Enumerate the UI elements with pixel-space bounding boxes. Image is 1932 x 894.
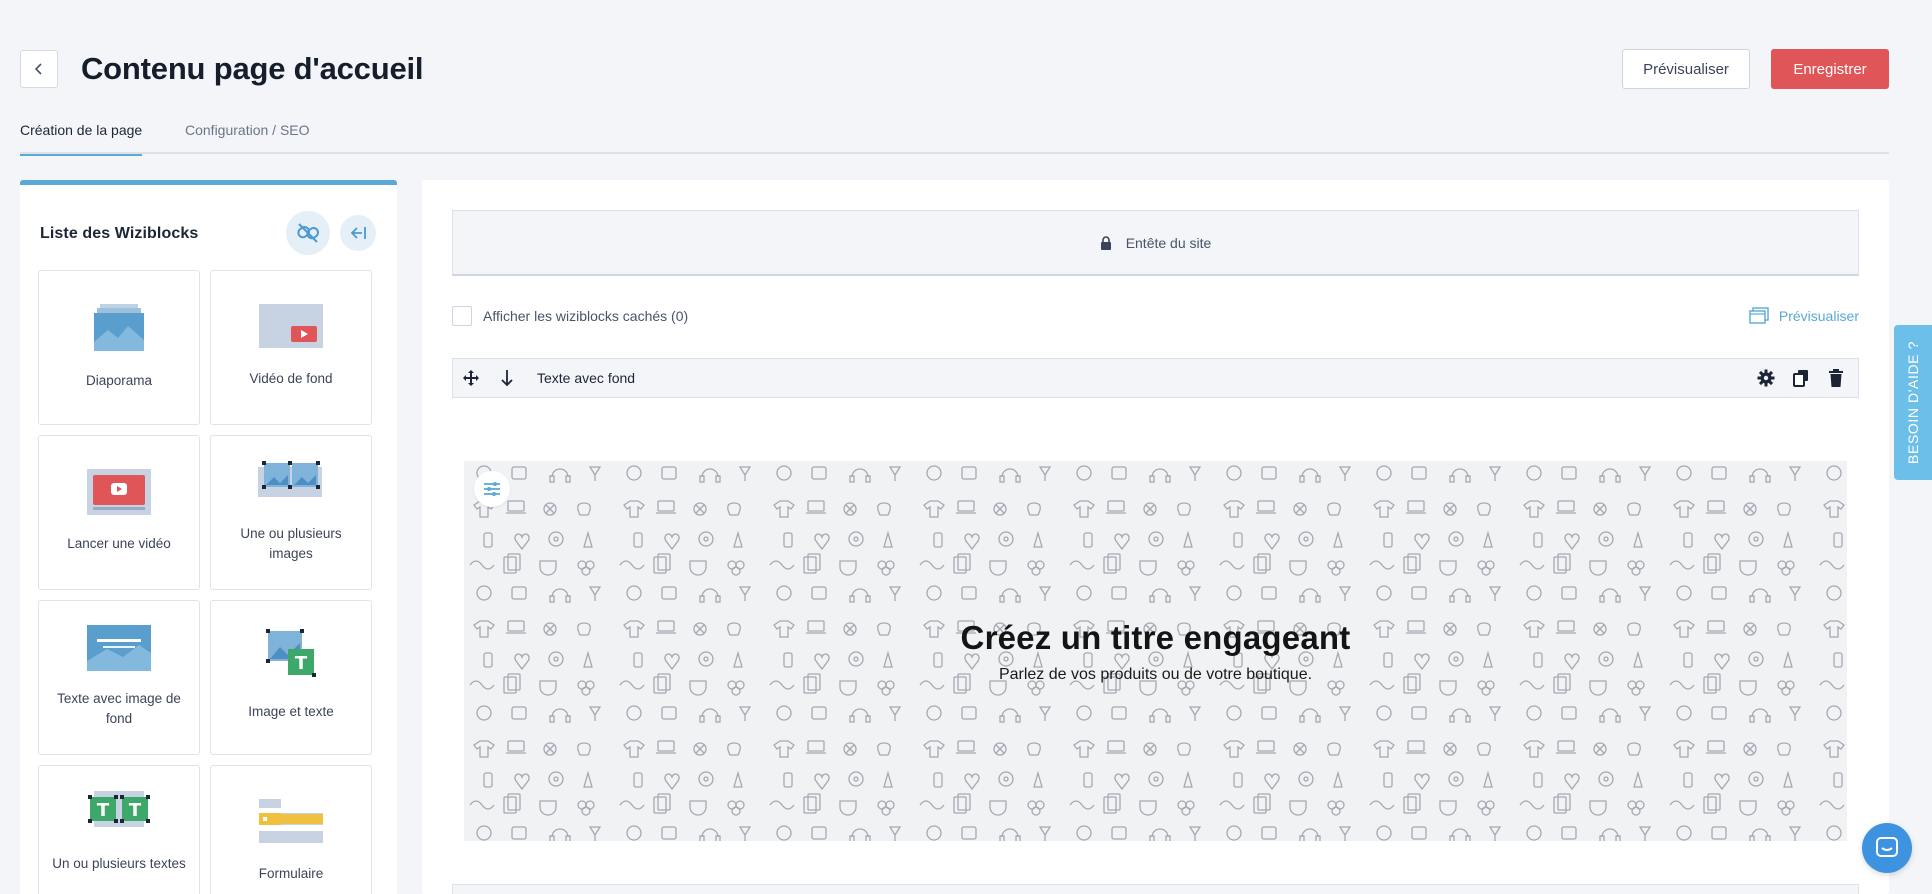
show-hidden-label: Afficher les wiziblocks cachés (0) (483, 308, 689, 324)
page-title: Contenu page d'accueil (81, 51, 424, 86)
block-background-video[interactable]: Vidéo de fond (210, 270, 372, 425)
site-header-block[interactable]: Entête du site (452, 210, 1859, 276)
form-icon (259, 799, 323, 843)
block-label: Une ou plusieurs images (240, 526, 342, 561)
tab-page-creation[interactable]: Création de la page (20, 122, 143, 156)
back-button[interactable] (20, 50, 58, 88)
trash-icon[interactable] (1826, 368, 1846, 388)
gear-icon[interactable] (1756, 368, 1776, 388)
texts-icon: T T (88, 791, 150, 827)
svg-text:T: T (129, 800, 142, 821)
save-button[interactable]: Enregistrer (1771, 49, 1889, 89)
site-header-label: Entête du site (1125, 234, 1212, 251)
hero-text-background-block[interactable]: Créez un titre engageant Parlez de vos p… (464, 461, 1847, 841)
preview-button[interactable]: Prévisualiser (1622, 49, 1750, 89)
duplicate-icon[interactable] (1791, 368, 1811, 388)
wiziblocks-sidebar: Liste des Wiziblocks Diaporama Vidéo de … (20, 180, 397, 894)
block-texts[interactable]: T T Un ou plusieurs textes (38, 765, 200, 894)
slideshow-icon (94, 304, 144, 351)
hero-title[interactable]: Créez un titre engageant (464, 619, 1847, 657)
block-form[interactable]: Formulaire (210, 765, 372, 894)
chat-button[interactable] (1862, 823, 1912, 873)
arrow-down-icon[interactable] (497, 368, 517, 388)
help-tab-label: BESOIN D'AIDE ? (1905, 341, 1921, 464)
block-toolbar: Texte avec fond (452, 358, 1859, 398)
help-tab[interactable]: BESOIN D'AIDE ? (1894, 325, 1932, 480)
show-hidden-checkbox[interactable] (452, 306, 472, 326)
editor-canvas: Entête du site Afficher les wiziblocks c… (422, 180, 1889, 894)
lock-icon (1100, 235, 1111, 250)
next-block-toolbar (452, 884, 1859, 894)
chat-icon (1876, 837, 1898, 857)
play-video-icon (87, 469, 151, 515)
block-label: Un ou plusieurs textes (52, 856, 186, 871)
preview-link[interactable]: Prévisualiser (1749, 306, 1859, 326)
image-text-icon: T (266, 629, 316, 677)
block-label: Image et texte (248, 704, 334, 719)
block-label: Vidéo de fond (249, 371, 333, 386)
block-label: Texte avec image de fond (57, 691, 181, 726)
move-icon[interactable] (461, 368, 481, 388)
block-slideshow[interactable]: Diaporama (38, 270, 200, 425)
images-icon (258, 461, 322, 497)
show-hidden-toggle[interactable]: Afficher les wiziblocks cachés (0) (452, 306, 688, 326)
preview-link-label: Prévisualiser (1778, 308, 1859, 324)
preview-window-icon (1749, 307, 1769, 324)
hero-subtitle[interactable]: Parlez de vos produits ou de votre bouti… (464, 666, 1847, 684)
unlink-icon (297, 223, 320, 243)
text-background-image-icon (87, 625, 151, 671)
tab-configuration-seo[interactable]: Configuration / SEO (185, 122, 310, 154)
block-label: Diaporama (85, 373, 153, 388)
sidebar-title: Liste des Wiziblocks (40, 225, 199, 242)
background-video-icon (259, 304, 323, 348)
block-images[interactable]: Une ou plusieurs images (210, 435, 372, 590)
block-image-text[interactable]: T Image et texte (210, 600, 372, 755)
hero-settings-button[interactable] (474, 471, 510, 507)
block-text-background-image[interactable]: Texte avec image de fond (38, 600, 200, 755)
block-label: Lancer une vidéo (67, 536, 171, 551)
svg-text:T: T (97, 800, 110, 821)
sliders-icon (484, 482, 500, 496)
block-toolbar-label: Texte avec fond (537, 370, 636, 386)
collapse-left-icon (350, 227, 366, 239)
block-play-video[interactable]: Lancer une vidéo (38, 435, 200, 590)
collapse-sidebar-button[interactable] (340, 215, 376, 251)
block-label: Formulaire (258, 866, 324, 881)
chevron-left-icon (34, 63, 42, 75)
svg-text:T: T (295, 653, 308, 674)
page-tabs: Création de la page Configuration / SEO (20, 118, 1889, 156)
unlink-button[interactable] (286, 211, 330, 255)
